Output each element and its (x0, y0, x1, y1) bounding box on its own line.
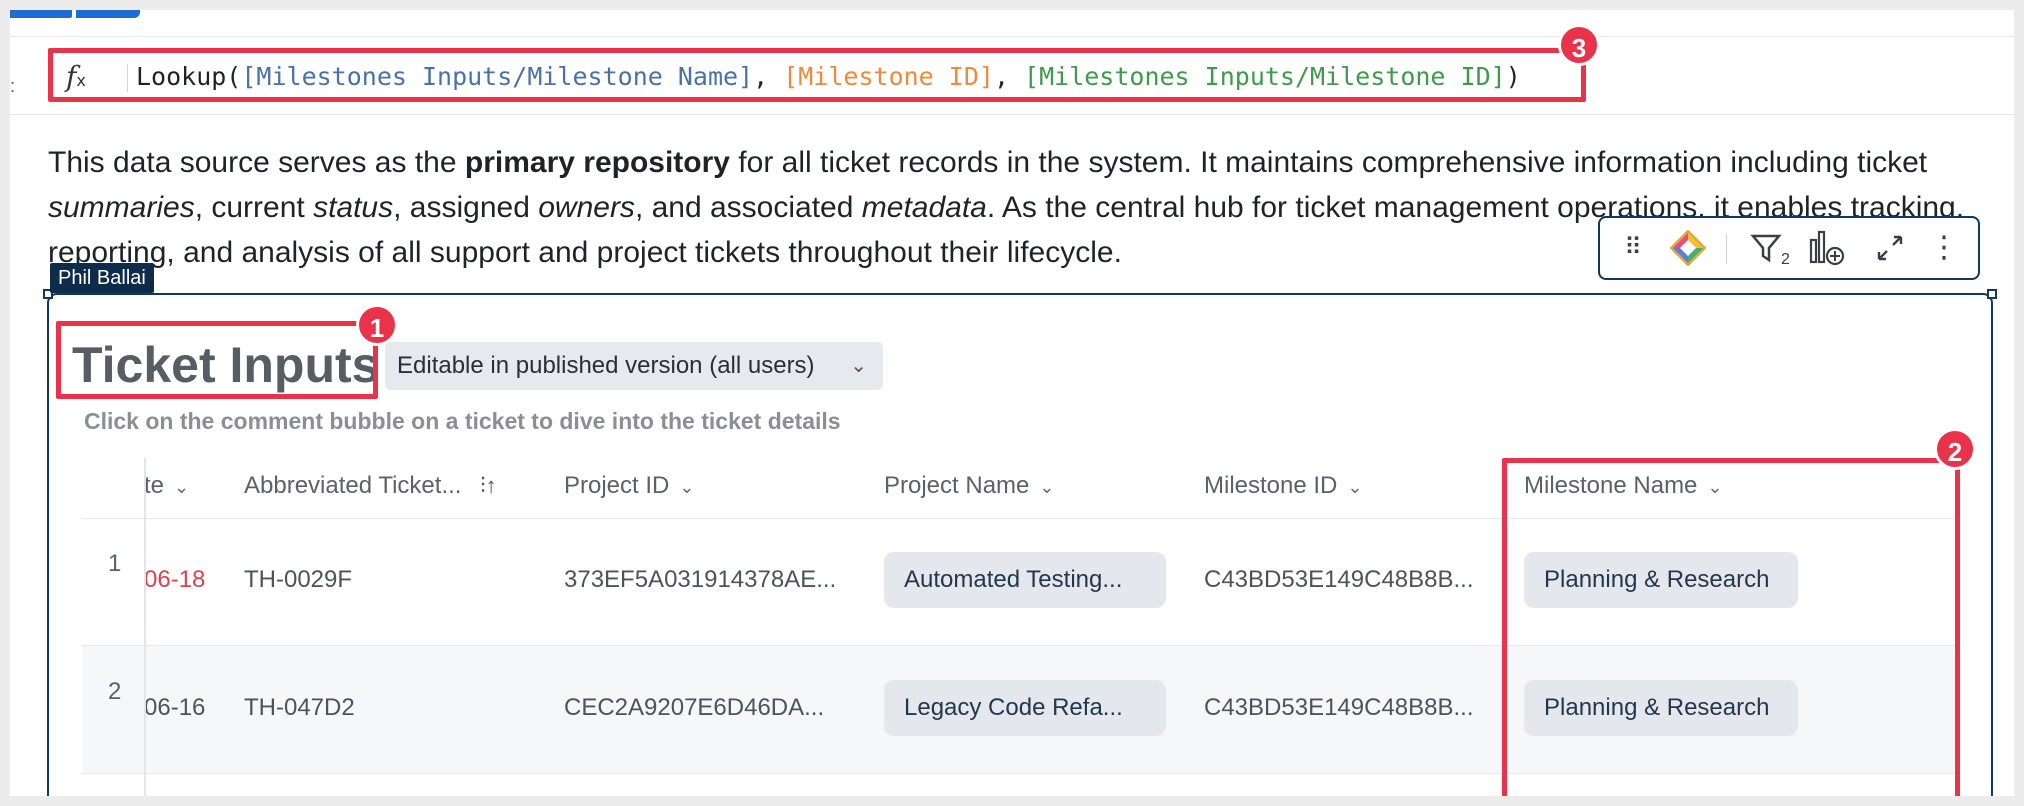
toolbar-divider (1726, 234, 1727, 264)
milestone-id-cell[interactable]: C43BD53E149C48B8B... (1204, 694, 1474, 722)
filter-icon[interactable]: 2 (1746, 228, 1798, 268)
milestone-id-cell[interactable]: C43BD53E149C48B8B... (1204, 566, 1474, 594)
workbook-canvas: : fx Lookup([Milestones Inputs/Milestone… (10, 10, 2014, 796)
annotation-box-milestone-column (1502, 458, 1960, 796)
column-header-project-id[interactable]: Project ID ⌄ (564, 472, 694, 500)
project-name-pill[interactable]: Automated Testing... (884, 552, 1166, 608)
chevron-down-icon: ⌄ (174, 477, 190, 497)
column-header-project-name[interactable]: Project Name ⌄ (884, 472, 1054, 500)
ticket-cell[interactable]: TH-047D2 (244, 694, 355, 722)
resize-handle[interactable] (1987, 289, 1997, 299)
chevron-down-icon: ⌄ (679, 477, 695, 497)
page-tab-indicator[interactable] (10, 10, 72, 18)
chevron-down-icon: ⌄ (850, 355, 867, 377)
project-id-cell[interactable]: 373EF5A031914378AE... (564, 566, 836, 594)
column-header-milestone-id[interactable]: Milestone ID ⌄ (1204, 472, 1362, 500)
chevron-down-icon: ⌄ (1347, 477, 1363, 497)
collaborator-tag: Phil Ballai (50, 263, 154, 293)
chevron-down-icon: ⌄ (1039, 477, 1055, 497)
edit-mode-dropdown[interactable]: Editable in published version (all users… (385, 342, 883, 390)
column-header-date[interactable]: te ⌄ (144, 472, 189, 500)
more-icon[interactable]: ⋮ (1924, 228, 1964, 268)
svg-text:2: 2 (1781, 251, 1790, 268)
edit-mode-label: Editable in published version (all users… (397, 352, 815, 379)
annotation-badge-3: 3 (1558, 24, 1600, 66)
ai-assistant-icon[interactable] (1668, 228, 1708, 268)
element-toolbar: ⠿ 2 ⋮ (1598, 216, 1980, 280)
annotation-badge-1: 1 (356, 304, 398, 346)
page-tab-indicator-2[interactable] (76, 10, 140, 18)
annotation-box-title (56, 321, 378, 399)
drag-handle-icon[interactable]: ⠿ (1612, 228, 1652, 268)
annotation-badge-2: 2 (1934, 428, 1976, 470)
element-subtitle: Click on the comment bubble on a ticket … (84, 408, 841, 434)
ticket-cell[interactable]: TH-0029F (244, 566, 352, 594)
column-header-abbreviated-ticket[interactable]: Abbreviated Ticket... ⫶↑ (244, 472, 497, 500)
project-name-pill[interactable]: Legacy Code Refa... (884, 680, 1166, 736)
date-cell[interactable]: 06-18 (144, 566, 205, 594)
row-number-column (82, 458, 146, 796)
collapsed-panel-icon[interactable]: : (10, 76, 15, 97)
add-chart-icon[interactable] (1804, 228, 1850, 268)
annotation-box-formula (48, 48, 1586, 102)
expand-icon[interactable] (1870, 228, 1910, 268)
sort-ascending-icon[interactable]: ⫶↑ (480, 473, 497, 498)
project-id-cell[interactable]: CEC2A9207E6D46DA... (564, 694, 824, 722)
page-tab-strip (10, 10, 2014, 37)
date-cell[interactable]: 06-16 (144, 694, 205, 722)
